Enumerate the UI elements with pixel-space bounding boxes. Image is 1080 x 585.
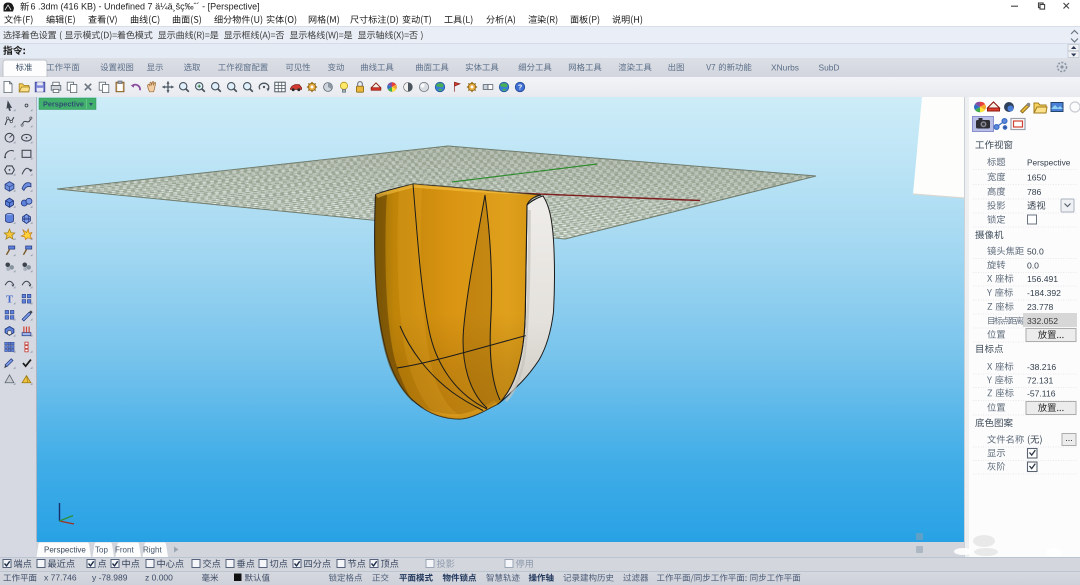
svg-text:50.0: 50.0 bbox=[1027, 246, 1044, 256]
svg-text:Perspective: Perspective bbox=[43, 99, 84, 108]
svg-text:z 0.000: z 0.000 bbox=[145, 573, 173, 583]
svg-text:786: 786 bbox=[1027, 187, 1042, 197]
svg-text:Top: Top bbox=[95, 545, 108, 554]
svg-text:Perspective: Perspective bbox=[44, 545, 86, 554]
svg-text:0.0: 0.0 bbox=[1027, 260, 1039, 270]
svg-text:-38.216: -38.216 bbox=[1027, 362, 1056, 372]
svg-text:SubD: SubD bbox=[819, 62, 840, 72]
svg-text:XNurbs: XNurbs bbox=[771, 62, 799, 72]
svg-text:23.778: 23.778 bbox=[1027, 302, 1054, 312]
svg-text:T: T bbox=[6, 295, 13, 306]
svg-text:?: ? bbox=[518, 83, 522, 92]
svg-text:Right: Right bbox=[143, 545, 162, 554]
svg-text:-184.392: -184.392 bbox=[1027, 288, 1061, 298]
svg-text:Front: Front bbox=[115, 545, 134, 554]
svg-text:72.131: 72.131 bbox=[1027, 375, 1054, 385]
svg-text:-57.116: -57.116 bbox=[1027, 388, 1056, 398]
svg-text:y -78.989: y -78.989 bbox=[92, 573, 128, 583]
svg-text:332.052: 332.052 bbox=[1027, 316, 1058, 326]
svg-text:x 77.746: x 77.746 bbox=[44, 573, 77, 583]
svg-text:156.491: 156.491 bbox=[1027, 274, 1058, 284]
svg-text:Perspective: Perspective bbox=[1027, 157, 1071, 167]
svg-text:...: ... bbox=[1065, 433, 1073, 443]
svg-text:6 .3dm (416 KB) - Undefined 7: 6 .3dm (416 KB) - Undefined 7 ä¼ä¸šç‰ˆ´ … bbox=[31, 2, 260, 12]
svg-text:1650: 1650 bbox=[1027, 172, 1046, 182]
